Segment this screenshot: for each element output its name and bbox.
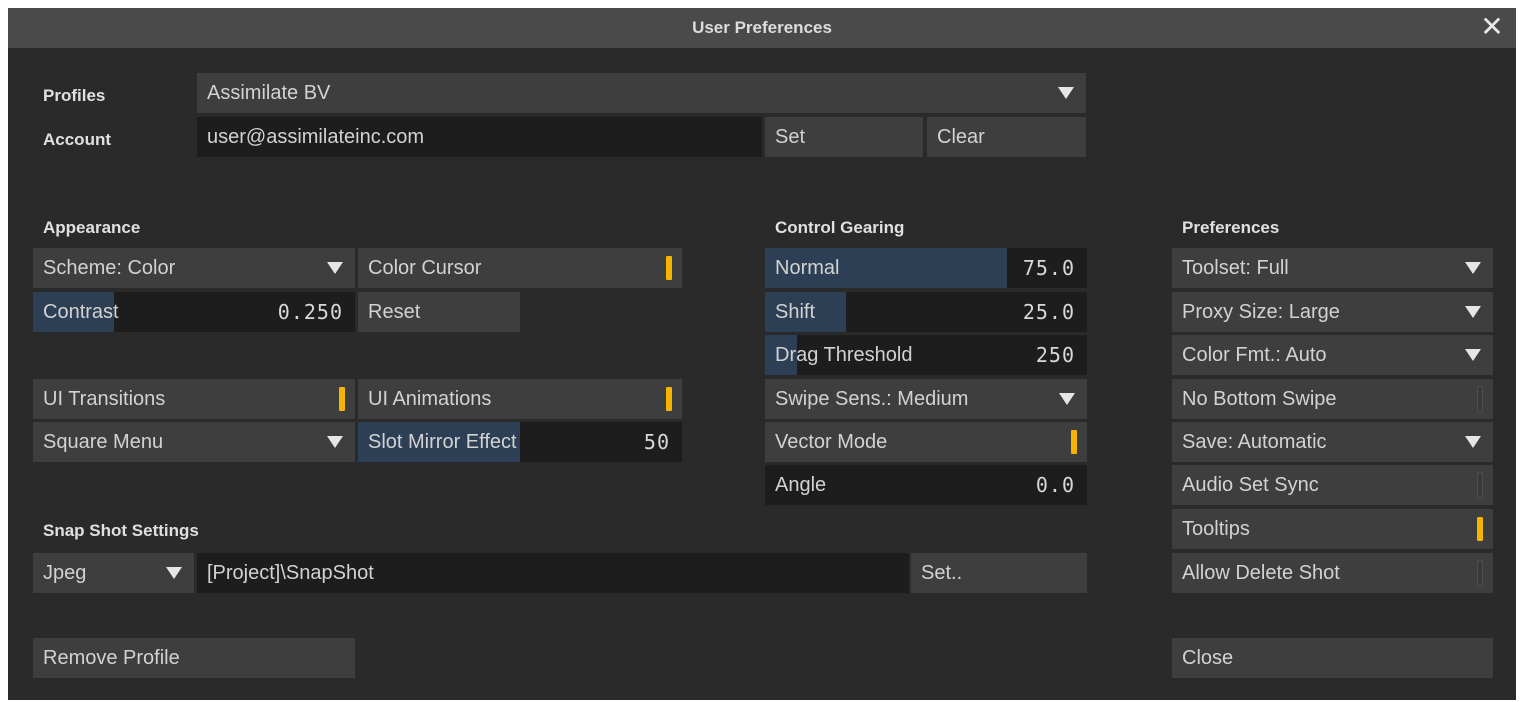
chevron-down-icon [166, 567, 182, 579]
square-menu-dropdown[interactable]: Square Menu [33, 422, 355, 462]
shift-slider[interactable]: Shift 25.0 [765, 292, 1087, 332]
normal-label: Normal [775, 256, 840, 279]
allow-delete-shot-toggle[interactable]: Allow Delete Shot [1172, 553, 1493, 593]
audio-set-sync-toggle[interactable]: Audio Set Sync [1172, 465, 1493, 505]
swipe-sens-value: Swipe Sens.: Medium [775, 387, 969, 410]
vector-mode-label: Vector Mode [775, 430, 888, 453]
chevron-down-icon [1465, 306, 1481, 318]
contrast-value: 0.250 [277, 300, 343, 324]
close-icon[interactable]: ✕ [1478, 13, 1506, 41]
preferences-heading: Preferences [1182, 218, 1280, 237]
toggle-indicator [1477, 560, 1483, 586]
drag-threshold-label: Drag Threshold [775, 343, 913, 366]
account-label: Account [43, 130, 111, 149]
chevron-down-icon [1059, 393, 1075, 405]
normal-value: 75.0 [1022, 256, 1075, 280]
snapshot-format-value: Jpeg [43, 561, 87, 584]
color-fmt-dropdown[interactable]: Color Fmt.: Auto [1172, 335, 1493, 375]
color-fmt-value: Color Fmt.: Auto [1182, 343, 1327, 366]
toggle-indicator [1477, 386, 1483, 412]
chevron-down-icon [1465, 349, 1481, 361]
audio-set-sync-label: Audio Set Sync [1182, 473, 1319, 496]
swipe-sens-dropdown[interactable]: Swipe Sens.: Medium [765, 379, 1087, 419]
account-field[interactable]: user@assimilateinc.com [197, 117, 762, 157]
snapshot-set-label: Set.. [921, 561, 963, 584]
snapshot-path-value: [Project]\SnapShot [207, 561, 374, 584]
toolset-value: Toolset: Full [1182, 256, 1289, 279]
proxy-size-value: Proxy Size: Large [1182, 300, 1340, 323]
color-cursor-toggle[interactable]: Color Cursor [358, 248, 682, 288]
user-preferences-dialog: User Preferences ✕ Profiles Assimilate B… [8, 8, 1516, 700]
slot-mirror-effect-slider[interactable]: Slot Mirror Effect 50 [358, 422, 682, 462]
vector-mode-toggle[interactable]: Vector Mode [765, 422, 1087, 462]
snapshot-heading: Snap Shot Settings [43, 521, 199, 540]
snapshot-path-field[interactable]: [Project]\SnapShot [197, 553, 909, 593]
chevron-down-icon [327, 436, 343, 448]
normal-slider[interactable]: Normal 75.0 [765, 248, 1087, 288]
reset-label: Reset [368, 300, 421, 323]
tooltips-toggle[interactable]: Tooltips [1172, 509, 1493, 549]
toggle-indicator [666, 387, 672, 411]
contrast-label: Contrast [43, 300, 119, 323]
close-button[interactable]: Close [1172, 638, 1493, 678]
no-bottom-swipe-toggle[interactable]: No Bottom Swipe [1172, 379, 1493, 419]
remove-profile-label: Remove Profile [43, 646, 180, 669]
toggle-indicator [1477, 517, 1483, 541]
close-label: Close [1182, 646, 1234, 669]
drag-threshold-value: 250 [1035, 343, 1075, 367]
dialog-title: User Preferences [692, 18, 832, 37]
shift-value: 25.0 [1022, 300, 1075, 324]
remove-profile-button[interactable]: Remove Profile [33, 638, 355, 678]
ui-animations-label: UI Animations [368, 387, 492, 410]
toggle-indicator [666, 256, 672, 280]
profiles-value: Assimilate BV [207, 81, 331, 104]
square-menu-value: Square Menu [43, 430, 164, 453]
appearance-heading: Appearance [43, 218, 141, 237]
reset-button[interactable]: Reset [358, 292, 520, 332]
no-bottom-swipe-label: No Bottom Swipe [1182, 387, 1337, 410]
account-set-label: Set [775, 125, 806, 148]
ui-animations-toggle[interactable]: UI Animations [358, 379, 682, 419]
contrast-slider[interactable]: Contrast 0.250 [33, 292, 355, 332]
angle-label: Angle [775, 473, 827, 496]
allow-delete-shot-label: Allow Delete Shot [1182, 561, 1340, 584]
angle-value: 0.0 [1035, 473, 1075, 497]
tooltips-label: Tooltips [1182, 517, 1250, 540]
chevron-down-icon [327, 262, 343, 274]
color-cursor-label: Color Cursor [368, 256, 482, 279]
control-gearing-heading: Control Gearing [775, 218, 905, 237]
slot-mirror-effect-value: 50 [643, 430, 670, 454]
profiles-dropdown[interactable]: Assimilate BV [197, 73, 1086, 113]
toggle-indicator [1477, 472, 1483, 498]
save-mode-dropdown[interactable]: Save: Automatic [1172, 422, 1493, 462]
ui-transitions-label: UI Transitions [43, 387, 166, 410]
scheme-dropdown[interactable]: Scheme: Color [33, 248, 355, 288]
snapshot-format-dropdown[interactable]: Jpeg [33, 553, 194, 593]
angle-slider[interactable]: Angle 0.0 [765, 465, 1087, 505]
chevron-down-icon [1465, 436, 1481, 448]
account-clear-button[interactable]: Clear [927, 117, 1086, 157]
title-bar: User Preferences ✕ [8, 8, 1516, 48]
snapshot-set-button[interactable]: Set.. [911, 553, 1087, 593]
account-set-button[interactable]: Set [765, 117, 923, 157]
drag-threshold-slider[interactable]: Drag Threshold 250 [765, 335, 1087, 375]
account-clear-label: Clear [937, 125, 985, 148]
toggle-indicator [339, 387, 345, 411]
chevron-down-icon [1465, 262, 1481, 274]
chevron-down-icon [1058, 87, 1074, 99]
scheme-value: Scheme: Color [43, 256, 176, 279]
slot-mirror-effect-label: Slot Mirror Effect [368, 430, 517, 453]
account-value: user@assimilateinc.com [207, 125, 425, 148]
toolset-dropdown[interactable]: Toolset: Full [1172, 248, 1493, 288]
proxy-size-dropdown[interactable]: Proxy Size: Large [1172, 292, 1493, 332]
toggle-indicator [1071, 430, 1077, 454]
save-mode-value: Save: Automatic [1182, 430, 1327, 453]
profiles-label: Profiles [43, 86, 106, 105]
shift-label: Shift [775, 300, 816, 323]
ui-transitions-toggle[interactable]: UI Transitions [33, 379, 355, 419]
